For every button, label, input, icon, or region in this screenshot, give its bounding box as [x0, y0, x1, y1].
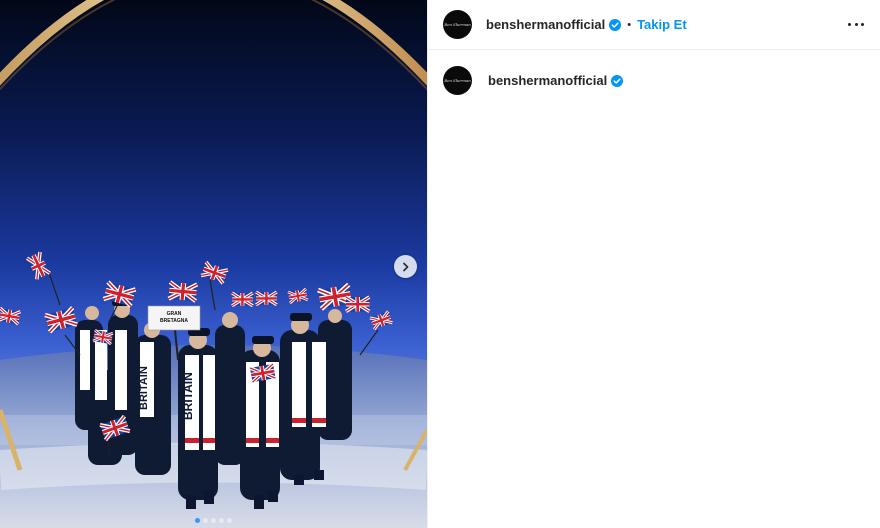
next-slide-button[interactable]: [394, 255, 417, 278]
post-header: Ben Sherman benshermanofficial • Takip E…: [428, 0, 880, 50]
instagram-post: BRITAIN BRITAIN GRAN BRETAGNA Ben Sherma…: [0, 0, 880, 528]
avatar[interactable]: Ben Sherman: [443, 10, 472, 39]
avatar-logo: Ben Sherman: [444, 22, 471, 27]
follow-separator: •: [627, 18, 632, 31]
carousel-dot: [203, 518, 208, 523]
verified-badge-icon: [611, 74, 624, 87]
avatar-logo: Ben Sherman: [444, 78, 471, 83]
post-photo: BRITAIN BRITAIN GRAN BRETAGNA: [0, 0, 427, 528]
sign-text-line1: GRAN: [167, 311, 182, 317]
scarf-text: BRITAIN: [138, 366, 150, 410]
avatar[interactable]: Ben Sherman: [443, 66, 472, 95]
carousel-dot: [195, 518, 200, 523]
carousel-dot: [211, 518, 216, 523]
sign-text-line2: BRETAGNA: [160, 318, 188, 324]
post-side-panel: Ben Sherman benshermanofficial • Takip E…: [427, 0, 880, 528]
carousel-indicator: [0, 518, 427, 523]
more-options-button[interactable]: [848, 17, 864, 31]
verified-badge-icon: [609, 18, 622, 31]
caption-row: Ben Sherman benshermanofficial: [428, 50, 880, 95]
more-horizontal-icon: [848, 22, 864, 26]
chevron-right-icon: [402, 262, 408, 271]
caption-username-link[interactable]: benshermanofficial: [488, 73, 607, 88]
carousel-dot: [219, 518, 224, 523]
scarf-text: BRITAIN: [181, 372, 195, 420]
follow-button[interactable]: Takip Et: [637, 17, 687, 32]
post-media[interactable]: BRITAIN BRITAIN GRAN BRETAGNA: [0, 0, 427, 528]
username-link[interactable]: benshermanofficial: [486, 17, 605, 32]
carousel-dot: [227, 518, 232, 523]
